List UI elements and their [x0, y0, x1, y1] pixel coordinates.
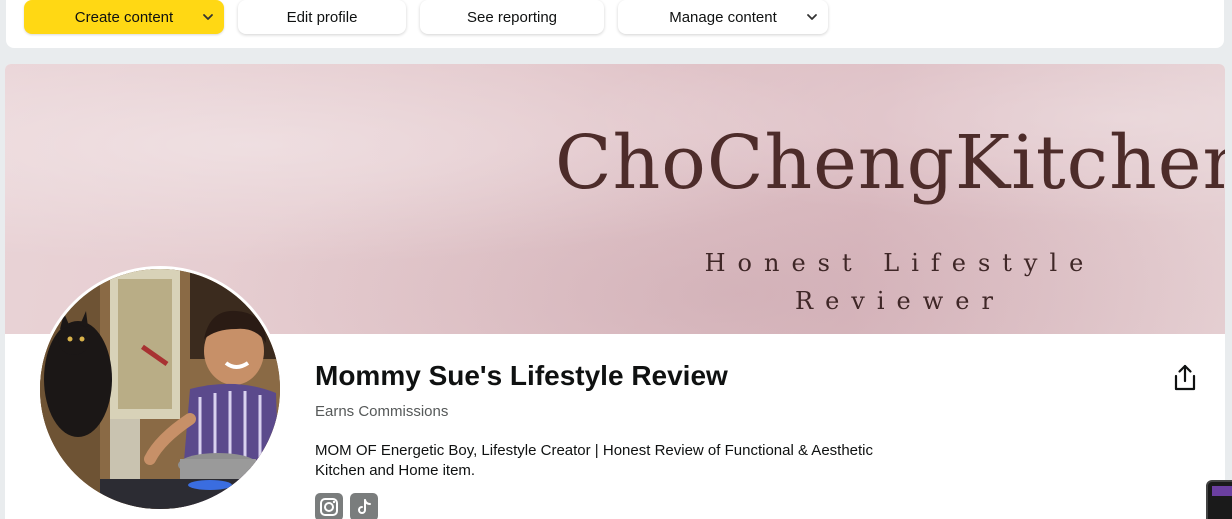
instagram-icon[interactable] — [315, 493, 343, 519]
chevron-down-icon[interactable] — [202, 11, 214, 23]
banner-subtitle: Honest Lifestyle Reviewer — [704, 249, 1096, 315]
manage-content-label: Manage content — [669, 8, 777, 26]
banner-title: ChoChengKitchen — [555, 120, 1225, 206]
avatar — [37, 266, 283, 512]
floating-widget[interactable] — [1206, 480, 1232, 519]
top-toolbar: Create content Edit profile See reportin… — [6, 0, 1224, 48]
create-content-button[interactable]: Create content — [24, 0, 224, 34]
chevron-down-icon — [807, 14, 817, 20]
manage-content-button[interactable]: Manage content — [618, 0, 828, 34]
edit-profile-label: Edit profile — [286, 8, 358, 26]
share-icon[interactable] — [1173, 364, 1197, 392]
see-reporting-label: See reporting — [466, 8, 558, 26]
profile-name: Mommy Sue's Lifestyle Review — [315, 360, 728, 391]
profile-card: ChoChengKitchen Honest Lifestyle Reviewe… — [5, 64, 1225, 519]
edit-profile-button[interactable]: Edit profile — [238, 0, 406, 34]
profile-bio: MOM OF Energetic Boy, Lifestyle Creator … — [315, 442, 874, 479]
tiktok-icon[interactable] — [350, 493, 378, 519]
see-reporting-button[interactable]: See reporting — [420, 0, 604, 34]
profile-photo — [40, 269, 280, 509]
earns-commissions-label: Earns Commissions — [315, 403, 449, 420]
create-content-label: Create content — [74, 8, 174, 26]
